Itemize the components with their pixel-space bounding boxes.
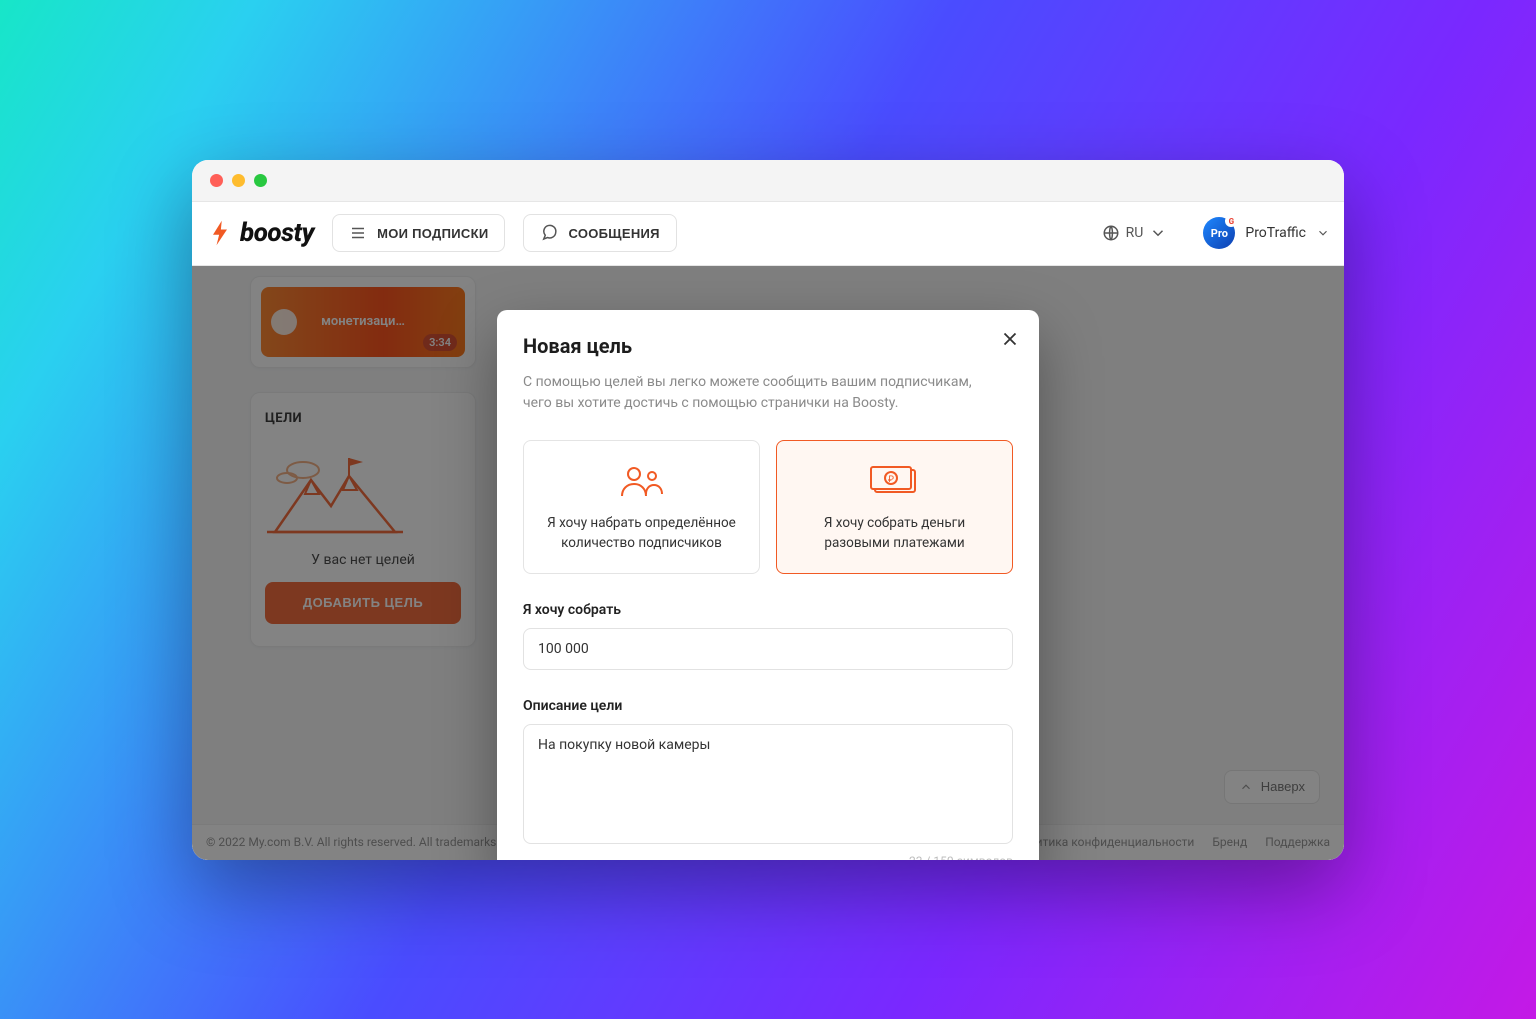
modal-title: Новая цель	[523, 334, 1013, 358]
subscriptions-button[interactable]: МОИ ПОДПИСКИ	[332, 214, 505, 252]
char-counter: 23 / 150 символов	[523, 854, 1013, 860]
app-root: boosty МОИ ПОДПИСКИ СООБЩЕНИЯ RU	[192, 202, 1344, 860]
goal-option-subscribers[interactable]: Я хочу набрать определённое количество п…	[523, 440, 760, 575]
subscriptions-label: МОИ ПОДПИСКИ	[377, 226, 488, 241]
bolt-icon	[206, 219, 234, 247]
goal-option-subscribers-text: Я хочу набрать определённое количество п…	[542, 513, 741, 554]
language-code: RU	[1126, 225, 1144, 241]
window-zoom-icon[interactable]	[254, 174, 267, 187]
language-switcher[interactable]: RU	[1102, 224, 1168, 242]
window-minimize-icon[interactable]	[232, 174, 245, 187]
amount-input[interactable]	[523, 628, 1013, 670]
chevron-down-icon	[1149, 224, 1167, 242]
user-menu[interactable]: Pro G ProTraffic	[1203, 217, 1330, 249]
modal-subtitle: С помощью целей вы легко можете сообщить…	[523, 372, 993, 414]
chat-icon	[540, 224, 558, 242]
globe-icon	[1102, 224, 1120, 242]
money-icon: ₽	[869, 466, 921, 496]
app-body: монетизаци… 3:34 ЦЕЛИ	[192, 266, 1344, 860]
chevron-down-icon	[1316, 226, 1330, 240]
google-badge-icon: G	[1225, 215, 1237, 227]
menu-icon	[349, 224, 367, 242]
people-icon	[618, 464, 666, 498]
titlebar	[192, 160, 1344, 202]
svg-text:₽: ₽	[888, 475, 894, 485]
brand-word: boosty	[240, 218, 314, 248]
username: ProTraffic	[1245, 225, 1306, 241]
browser-window: boosty МОИ ПОДПИСКИ СООБЩЕНИЯ RU	[192, 160, 1344, 860]
window-close-icon[interactable]	[210, 174, 223, 187]
messages-label: СООБЩЕНИЯ	[568, 226, 659, 241]
description-label: Описание цели	[523, 698, 1013, 714]
new-goal-modal: Новая цель С помощью целей вы легко може…	[497, 310, 1039, 860]
goal-option-money-text: Я хочу собрать деньги разовыми платежами	[795, 513, 994, 554]
goal-option-money[interactable]: ₽ Я хочу собрать деньги разовыми платежа…	[776, 440, 1013, 575]
brand-logo[interactable]: boosty	[206, 218, 314, 248]
avatar: Pro G	[1203, 217, 1235, 249]
description-input[interactable]	[523, 724, 1013, 844]
close-icon[interactable]	[999, 328, 1021, 350]
app-header: boosty МОИ ПОДПИСКИ СООБЩЕНИЯ RU	[192, 202, 1344, 266]
messages-button[interactable]: СООБЩЕНИЯ	[523, 214, 676, 252]
amount-label: Я хочу собрать	[523, 602, 1013, 618]
